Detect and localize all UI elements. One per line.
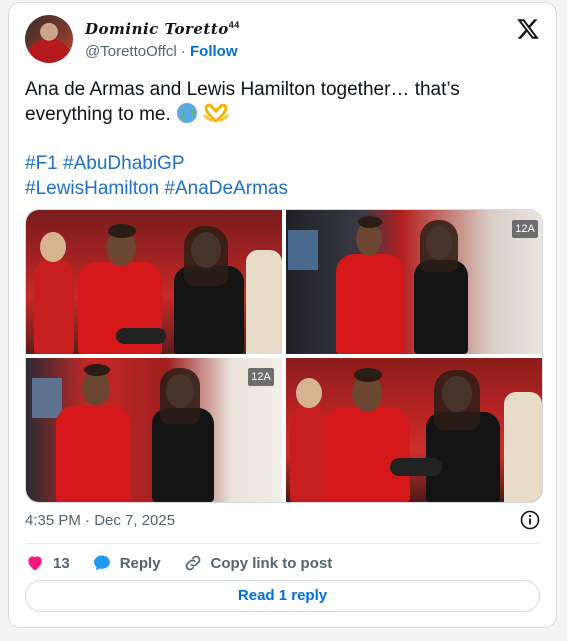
follow-button[interactable]: Follow	[190, 43, 238, 60]
tweet-header: Dominic Toretto44 @TorettoOffcl · Follow	[25, 15, 540, 65]
separator: ·	[180, 43, 186, 60]
steering-wheel	[116, 328, 166, 344]
link-icon	[185, 555, 200, 571]
person-hair	[84, 364, 110, 376]
heart-icon	[28, 556, 42, 571]
person-hair	[420, 220, 458, 272]
reply-button[interactable]: Reply	[92, 553, 161, 573]
person-hair	[434, 370, 480, 430]
person-hair	[358, 216, 382, 228]
x-logo-icon[interactable]	[516, 17, 540, 41]
display-name[interactable]: Dominic Toretto44	[85, 20, 240, 38]
media-grid: 12A 12A	[25, 209, 543, 503]
tweet-line-2: everything to me.	[25, 102, 545, 127]
person-shirt	[34, 258, 74, 354]
screen	[288, 230, 318, 270]
hashtag-lewishamilton[interactable]: #LewisHamilton	[25, 178, 159, 199]
hashtag-abudhabigp[interactable]: #AbuDhabiGP	[63, 153, 184, 174]
timestamp[interactable]: 4:35 PM · Dec 7, 2025	[25, 512, 175, 529]
reply-bubble-icon	[93, 555, 110, 571]
person-hair	[160, 368, 200, 424]
person-head	[296, 378, 322, 408]
info-icon[interactable]	[520, 510, 540, 530]
reply-label: Reply	[119, 554, 161, 572]
avatar[interactable]	[25, 15, 73, 63]
hashtags: #F1 #AbuDhabiGP #LewisHamilton #AnaDeArm…	[25, 151, 288, 201]
person-shirt	[336, 254, 404, 354]
like-count: 13	[53, 554, 70, 572]
person-head	[40, 232, 66, 262]
photo-4[interactable]	[286, 358, 542, 502]
copy-link-label: Copy link to post	[210, 554, 333, 572]
tweet-line-2-text: everything to me.	[25, 104, 171, 125]
photo-badge: 12A	[248, 368, 274, 386]
person-background	[504, 392, 542, 502]
screen	[32, 378, 62, 418]
display-name-superscript: 44	[228, 20, 240, 30]
person-shirt	[324, 408, 410, 502]
photo-1[interactable]	[26, 210, 282, 354]
person-jacket	[414, 260, 468, 354]
handle-row: @TorettoOffcl · Follow	[85, 43, 238, 60]
action-bar: 13 Reply Copy link to post	[25, 551, 354, 575]
hashtag-line-1: #F1 #AbuDhabiGP	[25, 151, 288, 176]
person-hair	[108, 224, 136, 238]
copy-link-button[interactable]: Copy link to post	[183, 553, 333, 573]
hashtag-f1[interactable]: #F1	[25, 153, 58, 174]
display-name-text[interactable]: Dominic Toretto	[85, 20, 229, 38]
tweet-line-1: Ana de Armas and Lewis Hamilton together…	[25, 79, 460, 100]
heart-hands-emoji	[203, 103, 229, 123]
person-hair	[354, 368, 382, 382]
photo-badge: 12A	[512, 220, 538, 238]
globe-emoji	[177, 103, 198, 123]
hashtag-anadearmas[interactable]: #AnaDeArmas	[164, 178, 288, 199]
divider	[25, 543, 540, 544]
person-shirt	[290, 404, 328, 502]
person-shirt	[56, 406, 130, 502]
tweet-text: Ana de Armas and Lewis Hamilton together…	[25, 77, 545, 127]
person-background	[246, 250, 282, 354]
read-replies-button[interactable]: Read 1 reply	[25, 580, 540, 612]
photo-2[interactable]: 12A	[286, 210, 542, 354]
person-hair	[184, 226, 228, 286]
photo-3[interactable]: 12A	[26, 358, 282, 502]
handle[interactable]: @TorettoOffcl	[85, 43, 177, 60]
like-button[interactable]: 13	[25, 553, 70, 573]
hashtag-line-2: #LewisHamilton #AnaDeArmas	[25, 176, 288, 201]
steering-wheel	[390, 458, 442, 476]
tweet-card: Dominic Toretto44 @TorettoOffcl · Follow…	[8, 2, 557, 628]
